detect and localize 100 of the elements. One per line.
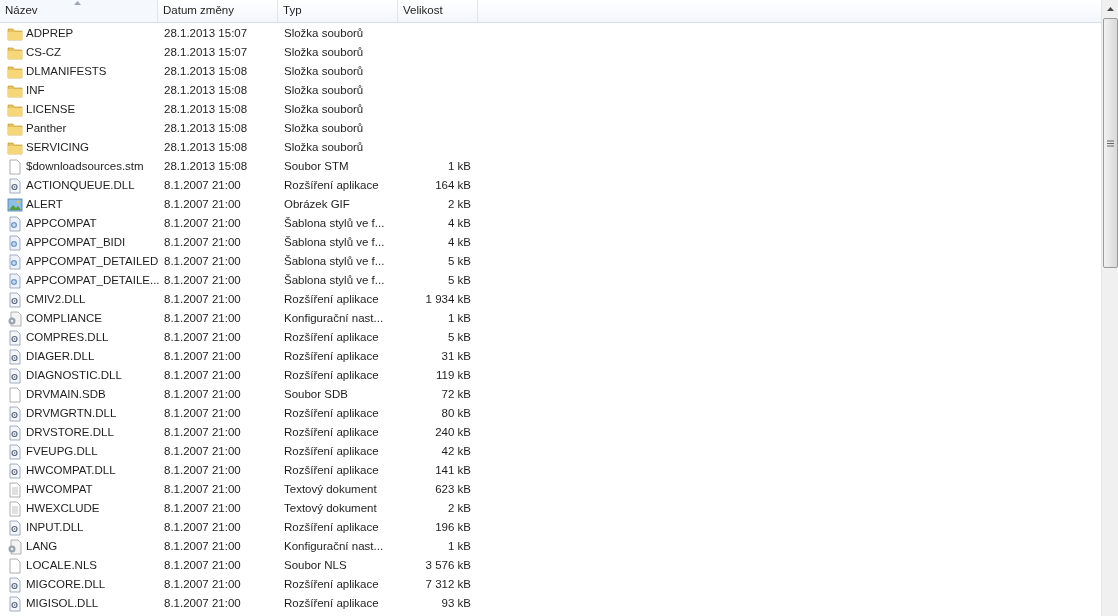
file-type: Rozšíření aplikace [284, 577, 379, 590]
file-size: 31 kB [441, 349, 471, 362]
file-type: Složka souborů [284, 45, 364, 58]
file-size: 42 kB [441, 444, 471, 457]
file-name[interactable]: APPCOMPAT_DETAILED [26, 252, 159, 271]
column-header[interactable]: Velikost [398, 0, 478, 22]
file-name[interactable]: LANG [26, 537, 58, 556]
file-type: Textový dokument [284, 501, 377, 514]
file-type: Rozšíření aplikace [284, 178, 379, 191]
file-type: Rozšíření aplikace [284, 444, 379, 457]
file-size: 93 kB [441, 596, 471, 609]
file-type: Šablona stylů ve f... [284, 273, 385, 286]
file-name[interactable]: DRVMAIN.SDB [26, 385, 106, 404]
file-name[interactable]: $downloadsources.stm [26, 157, 144, 176]
file-name[interactable]: DRVMGRTN.DLL [26, 404, 117, 423]
folder-icon [7, 25, 23, 42]
scroll-up-arrow-icon[interactable] [1106, 7, 1114, 11]
file-type: Složka souborů [284, 83, 364, 96]
text-file-icon [7, 481, 23, 498]
dll-file-icon [7, 367, 23, 384]
folder-icon [7, 44, 23, 61]
file-size: 5 kB [448, 273, 471, 286]
file-size: 5 kB [448, 330, 471, 343]
file-name[interactable]: HWCOMPAT.DLL [26, 461, 116, 480]
file-name[interactable]: COMPLIANCE [26, 309, 103, 328]
folder-icon [7, 120, 23, 137]
file-type: Rozšíření aplikace [284, 463, 379, 476]
column-header[interactable]: Typ [278, 0, 398, 22]
file-name[interactable]: SERVICING [26, 138, 90, 157]
file-type: Soubor SDB [284, 387, 348, 400]
file-size: 1 kB [448, 311, 471, 324]
file-type: Rozšíření aplikace [284, 520, 379, 533]
scrollbar-thumb[interactable] [1102, 18, 1118, 268]
file-name[interactable]: HWCOMPAT [26, 480, 93, 499]
file-size: 119 kB [436, 368, 471, 381]
grip-icon [1106, 139, 1114, 147]
file-size: 164 kB [435, 178, 471, 191]
file-name[interactable]: COMPRES.DLL [26, 328, 109, 347]
date-modified: 28.1.2013 15:08 [164, 83, 248, 96]
file-name[interactable]: APPCOMPAT [26, 214, 97, 233]
file-name[interactable]: MIGCORE.DLL [26, 575, 106, 594]
file-name[interactable]: APPCOMPAT_BIDI [26, 233, 126, 252]
file-type: Rozšíření aplikace [284, 406, 379, 419]
stylesheet-file-icon [7, 253, 23, 270]
file-name[interactable]: LOCALE.NLS [26, 556, 97, 575]
date-modified: 8.1.2007 21:00 [164, 178, 241, 191]
column-header[interactable]: Datum změny [158, 0, 278, 22]
file-type: Konfigurační nast... [284, 311, 384, 324]
date-modified: 8.1.2007 21:00 [164, 292, 241, 305]
file-name[interactable]: DIAGER.DLL [26, 347, 95, 366]
file-name[interactable]: CMIV2.DLL [26, 290, 86, 309]
file-name[interactable]: DLMANIFESTS [26, 62, 107, 81]
file-type: Rozšíření aplikace [284, 368, 379, 381]
file-name[interactable]: INPUT.DLL [26, 518, 84, 537]
file-type: Rozšíření aplikace [284, 425, 379, 438]
vertical-scrollbar[interactable] [1101, 0, 1118, 616]
file-size: 4 kB [448, 235, 471, 248]
date-modified: 28.1.2013 15:07 [164, 26, 248, 39]
file-size: 141 kB [435, 463, 471, 476]
file-name[interactable]: Panther [26, 119, 67, 138]
file-name[interactable]: LICENSE [26, 100, 76, 119]
dll-file-icon [7, 177, 23, 194]
file-size: 5 kB [448, 254, 471, 267]
file-size: 196 kB [435, 520, 471, 533]
date-modified: 8.1.2007 21:00 [164, 273, 241, 286]
date-modified: 8.1.2007 21:00 [164, 558, 241, 571]
date-modified: 28.1.2013 15:08 [164, 121, 248, 134]
file-type: Soubor NLS [284, 558, 347, 571]
file-name[interactable]: ACTIONQUEUE.DLL [26, 176, 135, 195]
file-name[interactable]: ALERT [26, 195, 63, 214]
file-name[interactable]: DIAGNOSTIC.DLL [26, 366, 122, 385]
file-name[interactable]: FVEUPG.DLL [26, 442, 98, 461]
file-type: Šablona stylů ve f... [284, 254, 385, 267]
date-modified: 8.1.2007 21:00 [164, 254, 241, 267]
file-size: 1 kB [448, 539, 471, 552]
file-name[interactable]: INF [26, 81, 45, 100]
file-type: Složka souborů [284, 140, 364, 153]
date-modified: 8.1.2007 21:00 [164, 235, 241, 248]
dll-file-icon [7, 424, 23, 441]
stylesheet-file-icon [7, 215, 23, 232]
file-size: 1 kB [448, 159, 471, 172]
date-modified: 28.1.2013 15:08 [164, 159, 248, 172]
file-type: Rozšíření aplikace [284, 292, 379, 305]
file-name[interactable]: ADPREP [26, 24, 74, 43]
date-modified: 8.1.2007 21:00 [164, 444, 241, 457]
date-modified: 8.1.2007 21:00 [164, 387, 241, 400]
date-modified: 28.1.2013 15:08 [164, 102, 248, 115]
file-name[interactable]: HWEXCLUDE [26, 499, 100, 518]
file-type: Složka souborů [284, 102, 364, 115]
file-type: Šablona stylů ve f... [284, 216, 385, 229]
text-file-icon [7, 500, 23, 517]
file-name[interactable]: DRVSTORE.DLL [26, 423, 114, 442]
file-name[interactable]: MIGISOL.DLL [26, 594, 99, 613]
file-name[interactable]: APPCOMPAT_DETAILE... [26, 271, 160, 290]
dll-file-icon [7, 595, 23, 612]
file-size: 2 kB [448, 197, 471, 210]
folder-icon [7, 82, 23, 99]
dll-file-icon [7, 576, 23, 593]
column-header[interactable]: Název [0, 0, 158, 22]
file-name[interactable]: CS-CZ [26, 43, 62, 62]
